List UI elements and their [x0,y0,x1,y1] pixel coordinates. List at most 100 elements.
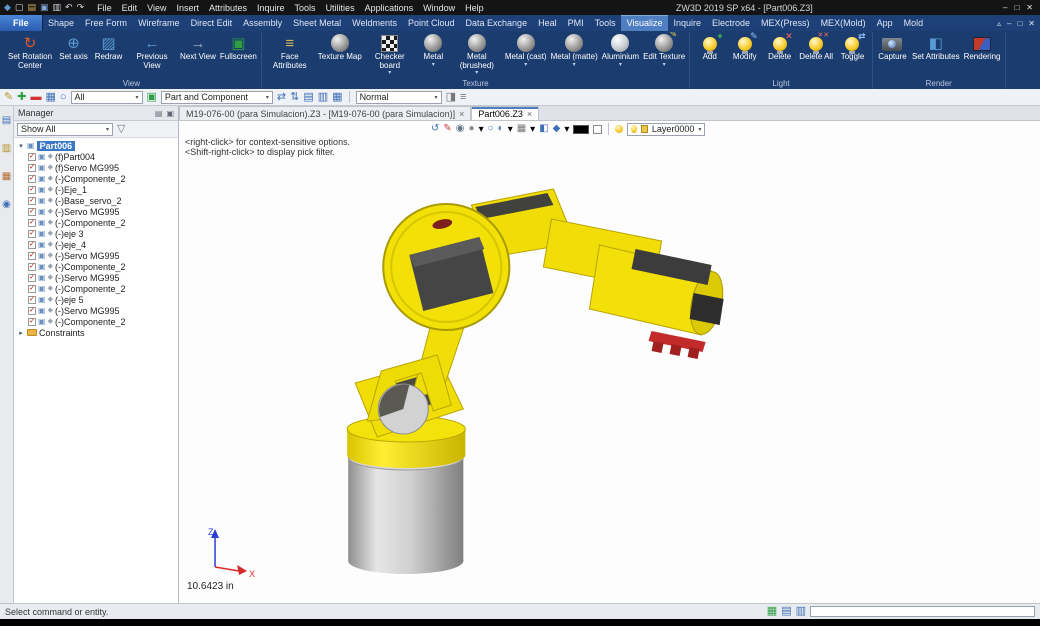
visibility-checkbox[interactable]: ✓ [28,197,36,205]
tree-item[interactable]: ✓▣◆(-)eje 5 [14,294,178,305]
add-pick-icon[interactable]: ✚ [17,92,26,103]
menu-tools[interactable]: Tools [290,3,321,13]
tree-item[interactable]: ✓▣◆(-)Servo MG995 [14,250,178,261]
expander-icon[interactable]: ▾ [17,142,25,150]
print-icon[interactable]: ▥ [52,3,61,12]
new-file-icon[interactable]: ▢ [15,3,24,12]
display-mode-icon[interactable]: ◐ [498,124,504,134]
snap-mode-dropdown[interactable]: Normal▾ [356,91,442,104]
delete-button[interactable]: Delete [762,32,797,62]
visibility-checkbox[interactable]: ✓ [28,164,36,172]
visibility-checkbox[interactable]: ✓ [28,186,36,194]
role-panel-icon[interactable]: ◉ [2,200,11,210]
view-orientation-icon[interactable]: ◆ [553,124,561,134]
minimize-child-button[interactable]: – [1007,19,1011,28]
metal-brushed-button[interactable]: Metal (brushed)▾ [451,32,503,76]
ribbon-tab-tools[interactable]: Tools [589,15,621,31]
menu-file[interactable]: File [92,3,117,13]
log-toggle-icon[interactable]: ▥ [796,606,806,617]
close-button[interactable]: ✕ [1026,3,1033,12]
rendering-button[interactable]: Rendering [962,32,1003,62]
visibility-checkbox[interactable]: ✓ [28,252,36,260]
ribbon-tab-visualize[interactable]: Visualize [621,15,668,31]
light-toggle-icon[interactable] [615,125,623,133]
entity-filter-dropdown[interactable]: All▾ [71,91,143,104]
visibility-checkbox[interactable]: ✓ [28,153,36,161]
panel-toggle-icon[interactable]: ▤ [781,606,791,617]
shade-mode-icon[interactable]: ● [469,124,475,134]
document-tab[interactable]: Part006.Z3× [471,106,539,120]
visibility-checkbox[interactable]: ✓ [28,318,36,326]
tree-item[interactable]: ✓▣◆(-)Servo MG995 [14,272,178,283]
ribbon-tab-sheet-metal[interactable]: Sheet Metal [288,15,347,31]
remove-pick-icon[interactable]: ▬ [30,92,41,103]
menu-utilities[interactable]: Utilities [321,3,360,13]
menu-attributes[interactable]: Attributes [204,3,252,13]
visibility-checkbox[interactable]: ✓ [28,263,36,271]
menu-insert[interactable]: Insert [171,3,204,13]
visibility-checkbox[interactable]: ✓ [28,285,36,293]
close-tab-button[interactable]: × [527,109,532,119]
ribbon-tab-data-exchange[interactable]: Data Exchange [460,15,533,31]
expander-icon[interactable]: ▸ [17,329,25,337]
app-icon[interactable]: ◆ [4,3,11,12]
wireframe-mode-icon[interactable]: ○ [488,124,494,134]
half-shade-icon[interactable]: ◨ [446,92,456,103]
pick-scope-dropdown[interactable]: Part and Component▾ [161,91,273,104]
delete-all-button[interactable]: Delete All [797,32,835,62]
save-icon[interactable]: ▣ [40,3,49,12]
modify-button[interactable]: Modify [727,32,762,62]
menu-window[interactable]: Window [418,3,460,13]
paint-mode-icon[interactable]: ✎ [443,124,451,134]
viewport-3d[interactable]: ↺✎◉●▾○◐▾▦▾◧◆▾Layer0000▾ <right-click> fo… [179,121,1040,603]
list-view-icon[interactable]: ▤ [303,92,313,103]
eye-icon[interactable]: ◉ [456,124,465,134]
open-file-icon[interactable]: ▤ [27,3,36,12]
visibility-checkbox[interactable]: ✓ [28,274,36,282]
fullscreen-button[interactable]: ▣Fullscreen [218,32,259,62]
visibility-checkbox[interactable]: ✓ [28,296,36,304]
tree-item[interactable]: ✓▣◆(-)Base_servo_2 [14,195,178,206]
manager-menu-icon[interactable]: ▤ [155,109,163,118]
manager-panel-icon[interactable]: ▤ [2,116,11,126]
table-view-icon[interactable]: ▦ [332,92,342,103]
tree-constraints-item[interactable]: ▸Constraints [14,327,178,338]
menu-inquire[interactable]: Inquire [252,3,290,13]
visibility-checkbox[interactable]: ✓ [28,175,36,183]
menu-view[interactable]: View [142,3,171,13]
ribbon-tab-weldments[interactable]: Weldments [347,15,403,31]
ribbon-tab-mex-press[interactable]: MEX(Press) [756,15,816,31]
tree-filter-dropdown[interactable]: Show All ▾ [17,123,113,136]
tree-item[interactable]: ✓▣◆(f)Part004 [14,151,178,162]
redraw-button[interactable]: ▨Redraw [91,32,126,62]
metal-matte-button[interactable]: Metal (matte)▾ [549,32,600,68]
redo-icon[interactable]: ↷ [77,3,85,12]
ribbon-tab-pmi[interactable]: PMI [562,15,589,31]
section-view-icon[interactable]: ◧ [539,124,548,134]
tree-item[interactable]: ✓▣◆(-)eje_4 [14,239,178,250]
tree-item[interactable]: ✓▣◆(f)Servo MG995 [14,162,178,173]
ribbon-tab-wireframe[interactable]: Wireframe [133,15,186,31]
ribbon-tab-app[interactable]: App [871,15,898,31]
file-browser-panel-icon[interactable]: ▥ [2,144,11,154]
ribbon-tab-free-form[interactable]: Free Form [80,15,133,31]
tree-item[interactable]: ✓▣◆(-)Componente_2 [14,283,178,294]
annotate-icon[interactable]: ✎ [4,92,13,103]
file-menu-button[interactable]: File [0,15,43,31]
metal-cast-button[interactable]: Metal (cast)▾ [503,32,549,68]
visibility-checkbox[interactable]: ✓ [28,230,36,238]
tree-item[interactable]: ✓▣◆(-)eje 3 [14,228,178,239]
table-toggle-icon[interactable]: ▦ [767,606,777,617]
ribbon-tab-assembly[interactable]: Assembly [238,15,288,31]
next-view-button[interactable]: →Next View [178,32,218,62]
add-button[interactable]: Add [692,32,727,62]
ribbon-tab-shape[interactable]: Shape [43,15,80,31]
tree-root-item[interactable]: ▾▣Part006 [14,140,178,151]
style-button[interactable]: ▵ [997,19,1001,28]
tree-item[interactable]: ✓▣◆(-)Eje_1 [14,184,178,195]
previous-view-button[interactable]: ←Previous View [126,32,178,70]
set-rotation-center-button[interactable]: ↻Set Rotation Center [4,32,56,70]
filter-options-icon[interactable]: ▽ [117,124,125,135]
set-attributes-button[interactable]: ◧Set Attributes [910,32,962,62]
menu-help[interactable]: Help [460,3,489,13]
